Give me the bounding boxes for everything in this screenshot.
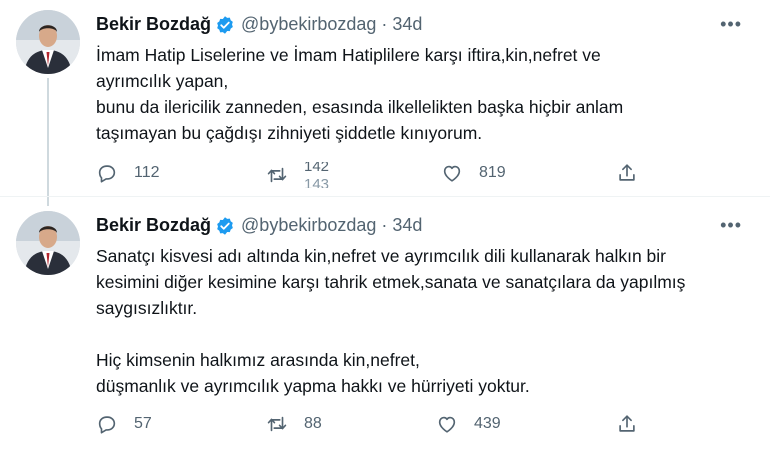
- tweet-text-line: ayrımcılık yapan,: [96, 71, 229, 91]
- retweet-button[interactable]: 88: [266, 413, 322, 435]
- author-handle[interactable]: @bybekirbozdag: [241, 215, 376, 236]
- retweet-count-next: 143: [304, 176, 330, 188]
- retweet-count-current: 142: [304, 162, 330, 175]
- like-button[interactable]: 439: [436, 413, 501, 435]
- retweet-icon: [267, 167, 287, 183]
- tweet-text-line: saygısızlıktır.: [96, 298, 198, 318]
- like-button[interactable]: 819: [441, 162, 506, 184]
- verified-badge-icon: [217, 216, 233, 235]
- share-icon: [619, 164, 635, 181]
- share-button[interactable]: [616, 413, 638, 435]
- author-avatar[interactable]: [16, 211, 80, 275]
- retweet-icon: [267, 416, 287, 432]
- retweet-count: 88: [304, 415, 322, 432]
- reply-icon: [98, 416, 116, 434]
- more-options-button[interactable]: •••: [720, 14, 742, 35]
- heart-icon: [443, 165, 461, 182]
- tweet-header: Bekir Bozdağ @bybekirbozdag · 34d: [96, 215, 422, 236]
- separator-dot: ·: [381, 215, 388, 235]
- reply-button[interactable]: 57: [96, 413, 152, 435]
- tweet-header: Bekir Bozdağ @bybekirbozdag · 34d: [96, 14, 422, 35]
- separator-dot: ·: [381, 14, 388, 34]
- tweet-text: Sanatçı kisvesi adı altında kin,nefret v…: [96, 243, 756, 399]
- tweet-actions: 112 142 143 819: [96, 162, 770, 188]
- like-count: 439: [474, 415, 501, 432]
- avatar-photo-icon: [16, 10, 80, 74]
- author-avatar[interactable]: [16, 10, 80, 74]
- author-name[interactable]: Bekir Bozdağ: [96, 14, 211, 35]
- tweet-time[interactable]: 34d: [392, 14, 422, 35]
- reply-count: 112: [134, 164, 160, 181]
- retweet-count: 142 143: [304, 162, 334, 188]
- tweet-text-line: düşmanlık ve ayrımcılık yapma hakkı ve h…: [96, 376, 530, 396]
- tweet-2[interactable]: Bekir Bozdağ @bybekirbozdag · 34d ••• Sa…: [0, 197, 770, 456]
- tweet-text-line: İmam Hatip Liselerine ve İmam Hatipliler…: [96, 45, 601, 65]
- reply-button[interactable]: 112: [96, 162, 160, 184]
- tweet-text-line: bunu da ilericilik zanneden, esasında il…: [96, 97, 624, 117]
- like-count: 819: [479, 164, 506, 181]
- tweet-text-line: kesimini diğer kesimine karşı tahrik etm…: [96, 272, 686, 292]
- reply-count: 57: [134, 415, 152, 432]
- verified-badge-icon: [217, 15, 233, 34]
- reply-icon: [98, 165, 116, 183]
- tweet-text-line: Hiç kimsenin halkımız arasında kin,nefre…: [96, 350, 420, 370]
- avatar-photo-icon: [16, 211, 80, 275]
- heart-icon: [438, 416, 456, 433]
- author-name[interactable]: Bekir Bozdağ: [96, 215, 211, 236]
- share-icon: [619, 415, 635, 432]
- author-handle[interactable]: @bybekirbozdag: [241, 14, 376, 35]
- tweet-text-line: Sanatçı kisvesi adı altında kin,nefret v…: [96, 246, 666, 266]
- more-options-button[interactable]: •••: [720, 215, 742, 236]
- tweet-text-line: taşımayan bu çağdışı zihniyeti şiddetle …: [96, 123, 483, 143]
- tweet-time[interactable]: 34d: [392, 215, 422, 236]
- share-button[interactable]: [616, 162, 638, 184]
- tweet-text: İmam Hatip Liselerine ve İmam Hatipliler…: [96, 42, 756, 146]
- tweet-1[interactable]: Bekir Bozdağ @bybekirbozdag · 34d ••• İm…: [0, 0, 770, 197]
- retweet-button[interactable]: 142 143: [266, 162, 334, 188]
- tweet-actions: 57 88 439: [96, 413, 770, 439]
